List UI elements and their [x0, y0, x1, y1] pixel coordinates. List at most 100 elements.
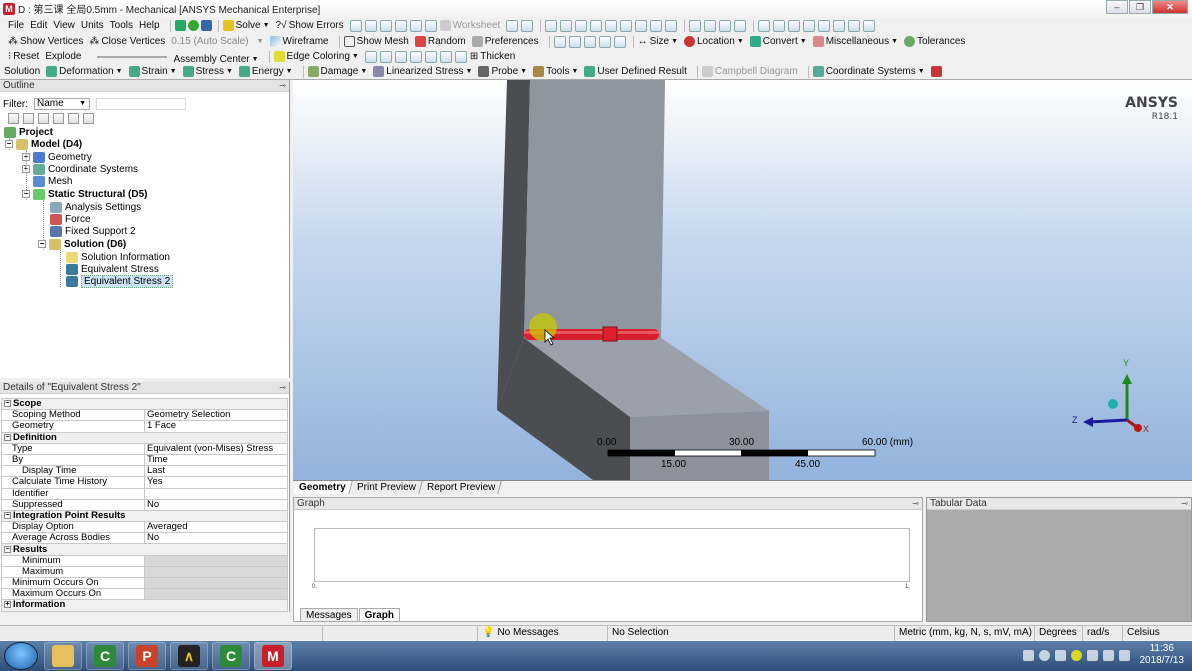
taskbar-ansys-workbench[interactable]: ∧ [170, 642, 208, 670]
worksheet-button[interactable]: Worksheet [439, 20, 500, 31]
select-mode-icon[interactable] [605, 19, 618, 32]
tb-icon-1[interactable] [349, 19, 362, 32]
taskbar-explorer[interactable] [44, 642, 82, 670]
battery-icon[interactable] [1102, 649, 1114, 661]
row-type[interactable]: Type Equivalent (von-Mises) Stress [1, 442, 288, 455]
stress-button[interactable]: Stress ▼ [182, 66, 233, 77]
user-defined-result-button[interactable]: User Defined Result [584, 66, 687, 77]
show-errors-button[interactable]: ?√ Show Errors [276, 20, 344, 31]
edge-tool-icon-2[interactable] [379, 50, 392, 63]
tree-item-equivalent-stress-2[interactable]: Equivalent Stress 2 [66, 274, 174, 288]
probe-button[interactable]: Probe ▼ [478, 66, 527, 77]
keyboard-icon[interactable] [1022, 649, 1034, 661]
row-geometry[interactable]: Geometry 1 Face [1, 420, 288, 433]
tree-item-solution-information[interactable]: Solution Information [66, 251, 170, 263]
select-edge-icon[interactable] [560, 19, 573, 32]
row-identifier[interactable]: Identifier [1, 487, 288, 500]
tree-item-mesh[interactable]: Mesh [33, 175, 72, 187]
close-vertices-button[interactable]: ⁂ Close Vertices [89, 36, 165, 47]
edge-tool-icon-3[interactable] [394, 50, 407, 63]
close-toolbar-icon[interactable] [930, 66, 942, 77]
edge-coloring-button[interactable]: Edge Coloring ▼ [273, 51, 359, 62]
taskbar-powerpoint[interactable]: P [128, 642, 166, 670]
deformation-button[interactable]: Deformation ▼ [46, 66, 123, 77]
taskbar-camtasia-2[interactable]: C [212, 642, 250, 670]
auto-scale-select[interactable]: 0.15 (Auto Scale) ▼ [171, 36, 263, 47]
filter-input[interactable] [96, 98, 186, 110]
tb-icon-11[interactable] [665, 19, 678, 32]
explode-slider[interactable] [97, 55, 168, 58]
show-vertices-button[interactable]: ⁂ Show Vertices [8, 36, 83, 47]
tab-messages[interactable]: Messages [300, 608, 358, 621]
status-angle[interactable]: Degrees [1034, 625, 1082, 641]
pan-icon[interactable] [704, 19, 717, 32]
arrow-up-icon[interactable] [1054, 649, 1066, 661]
tree-item-force[interactable]: Force [50, 213, 91, 225]
row-calculate-time-history[interactable]: Calculate Time History Yes [1, 476, 288, 489]
tb-icon-2[interactable] [364, 19, 377, 32]
tb-icon-8[interactable] [620, 19, 633, 32]
select-pointer-icon[interactable] [506, 19, 519, 32]
random-button[interactable]: Random [414, 36, 466, 47]
tree-item-static-structural[interactable]: − Static Structural (D5) [22, 188, 147, 200]
miscellaneous-button[interactable]: Miscellaneous ▼ [812, 36, 898, 47]
tree-item-solution[interactable]: − Solution (D6) [38, 238, 126, 250]
edge-tool-icon-6[interactable] [439, 50, 452, 63]
edge-tool-icon-7[interactable] [454, 50, 467, 63]
volume-icon[interactable] [1118, 649, 1130, 661]
taskbar-camtasia-1[interactable]: C [86, 642, 124, 670]
row-average-across-bodies[interactable]: Average Across Bodies No [1, 532, 288, 545]
strain-button[interactable]: Strain ▼ [128, 66, 177, 77]
tree-item-coordinate-systems[interactable]: + Coordinate Systems [22, 163, 138, 175]
details-pin-icon[interactable]: ⊸ [279, 382, 286, 394]
tb-icon-4[interactable] [394, 19, 407, 32]
wireframe-button[interactable]: Wireframe [269, 36, 329, 47]
tb-icon-10[interactable] [650, 19, 663, 32]
group-definition[interactable]: − Definition [1, 431, 288, 444]
tree-item-model[interactable]: − Model (D4) [5, 138, 82, 150]
tree-item-geometry[interactable]: + Geometry [22, 151, 92, 163]
expand-all-icon[interactable] [8, 113, 19, 124]
tabular-pin-icon[interactable]: ⊸ [1181, 498, 1188, 510]
tree-item-analysis-settings[interactable]: Analysis Settings [50, 201, 141, 213]
tb-icon-6[interactable] [424, 19, 437, 32]
tri-axis-icon-1[interactable] [553, 35, 566, 48]
group-integration-point-results[interactable]: − Integration Point Results [1, 509, 288, 523]
tab-geometry[interactable]: Geometry [293, 481, 353, 494]
arrows-icon[interactable] [200, 20, 212, 31]
window-layout-icon[interactable] [863, 19, 876, 32]
row-maximum[interactable]: Maximum [1, 565, 288, 579]
tab-graph[interactable]: Graph [358, 608, 401, 621]
go-to-icon[interactable] [38, 113, 49, 124]
row-scoping-method[interactable]: Scoping Method Geometry Selection [1, 409, 288, 422]
pin-icon[interactable]: ⊸ [279, 80, 286, 92]
fit-icon[interactable] [788, 19, 801, 32]
taskbar-mechanical[interactable]: M [254, 642, 292, 670]
select-vertex-icon[interactable] [545, 19, 558, 32]
zoom-icon[interactable] [719, 19, 732, 32]
next-view-icon[interactable] [833, 19, 846, 32]
select-face-icon[interactable] [575, 19, 588, 32]
tri-axis-icon-5[interactable] [613, 35, 626, 48]
tree-item-equivalent-stress[interactable]: Equivalent Stress [66, 263, 159, 275]
tools-button[interactable]: Tools ▼ [533, 66, 578, 77]
status-rate[interactable]: rad/s [1082, 625, 1122, 641]
reset-button[interactable]: ⁝ Reset [8, 51, 39, 62]
previous-view-icon[interactable] [818, 19, 831, 32]
size-button[interactable]: ↔ Size ▼ [638, 36, 678, 47]
network-icon[interactable] [1070, 649, 1082, 661]
edge-tool-icon-4[interactable] [409, 50, 422, 63]
status-units[interactable]: Metric (mm, kg, N, s, mV, mA) [894, 625, 1034, 641]
menu-tools[interactable]: Tools [110, 20, 133, 31]
tri-axis-icon-2[interactable] [568, 35, 581, 48]
energy-button[interactable]: Energy ▼ [238, 66, 293, 77]
row-suppressed[interactable]: Suppressed No [1, 498, 288, 511]
preferences-button[interactable]: Preferences [471, 36, 539, 47]
sort-icon[interactable] [83, 113, 94, 124]
tri-axis-icon-3[interactable] [583, 35, 596, 48]
tb-icon-5[interactable] [409, 19, 422, 32]
coordinate-systems-button[interactable]: Coordinate Systems ▼ [812, 66, 925, 77]
check-icon[interactable] [187, 20, 199, 31]
graph-pin-icon[interactable]: ⊸ [912, 498, 919, 510]
tree-item-project[interactable]: Project [4, 126, 53, 138]
